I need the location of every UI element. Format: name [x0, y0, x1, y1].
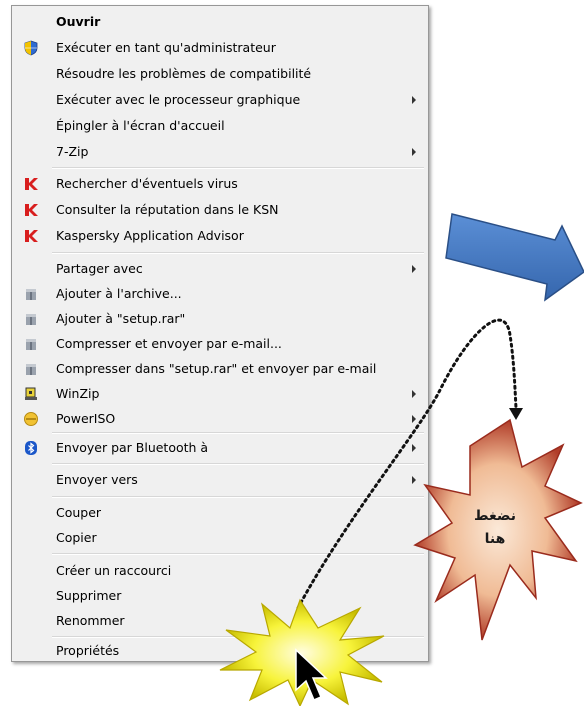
blue-arrow-icon — [445, 213, 584, 302]
starburst-callout — [413, 418, 583, 641]
pointer-arrowhead-icon — [509, 408, 523, 420]
starburst-text-line2: هنا — [485, 531, 506, 547]
annotation-layer: نضغط هنا — [219, 213, 584, 706]
yellow-starburst-highlight — [219, 598, 385, 706]
starburst-text-line1: نضغط — [474, 508, 516, 524]
